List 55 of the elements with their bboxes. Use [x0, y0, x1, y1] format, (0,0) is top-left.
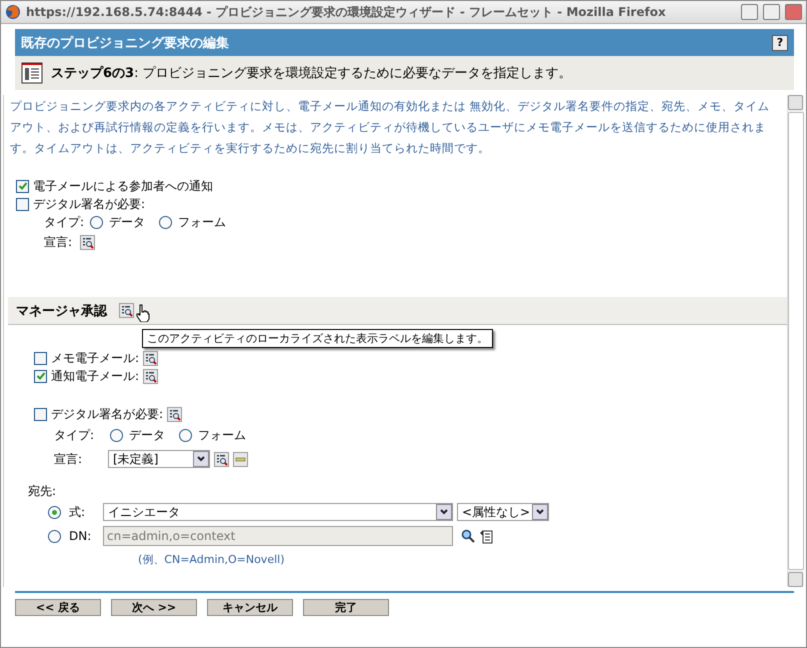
- page-title: 既存のプロビジョニング要求の編集: [21, 34, 229, 52]
- window-title: https://192.168.5.74:8444 - プロビジョニング要求の環境設定ウィザード - フレームセット - Mozilla Firefox: [26, 4, 667, 20]
- declaration-select[interactable]: [未定義]: [108, 450, 210, 468]
- list-magnifier-icon[interactable]: [143, 350, 158, 366]
- expression-select[interactable]: イニシエータ: [103, 503, 453, 521]
- list-magnifier-icon[interactable]: [167, 406, 182, 422]
- list-magnifier-icon[interactable]: [214, 452, 230, 466]
- option-label: デジタル署名が必要:: [51, 406, 164, 422]
- step-text: ステップ6の3: プロビジョニング要求を環境設定するために必要なデータを指定します。: [51, 64, 572, 82]
- checkbox[interactable]: [34, 370, 47, 382]
- maximize-button[interactable]: [763, 4, 780, 20]
- option-label: デジタル署名が必要:: [33, 196, 146, 212]
- list-magnifier-icon[interactable]: [80, 234, 96, 250]
- section-title: マネージャ承認: [16, 302, 107, 320]
- dn-label: DN:: [69, 529, 92, 543]
- wizard-button[interactable]: 次へ >>: [111, 599, 197, 616]
- radio-button[interactable]: [48, 530, 61, 542]
- radio-label: データ: [129, 426, 166, 444]
- example-text: (例、CN=Admin,O=Novell): [138, 552, 286, 567]
- recipient-label: 宛先:: [28, 483, 58, 500]
- radio-label: データ: [109, 214, 146, 230]
- option-label: メモ電子メール:: [51, 350, 140, 366]
- wizard-step-icon: [21, 62, 43, 84]
- option-label: 電子メールによる参加者への通知: [33, 178, 213, 194]
- help-button[interactable]: ?: [772, 34, 788, 50]
- checkbox[interactable]: [16, 180, 29, 192]
- wizard-button[interactable]: 完了: [303, 599, 389, 616]
- document-icon[interactable]: [479, 528, 493, 544]
- checkbox[interactable]: [34, 352, 47, 364]
- radio-label: フォーム: [198, 426, 246, 444]
- search-icon[interactable]: [461, 529, 475, 543]
- radio-button[interactable]: [110, 428, 124, 442]
- tooltip: このアクティビティのローカライズされた表示ラベルを編集します。: [142, 329, 493, 348]
- browser-logo-icon: [5, 4, 21, 20]
- type-label: タイプ:: [44, 214, 84, 230]
- declaration-label: 宣言:: [44, 234, 72, 250]
- radio-label: フォーム: [178, 214, 226, 230]
- radio-button[interactable]: [159, 216, 172, 228]
- option-label: 通知電子メール:: [51, 368, 140, 384]
- description-text: プロビジョニング要求内の各アクティビティに対し、電子メール通知の有効化または 無効化、デジタル署名要件の指定、宛先、メモ、タイムアウト、および再試行情報の定義を行います。メモは、アクティビティが待機しているユーザにメモ電子メールを送信するために使用されます。タイムアウトは、アクティビティを実行するために宛先に割り当てられた時間です。: [10, 98, 771, 157]
- checkbox[interactable]: [34, 408, 47, 420]
- hand-cursor-icon: [136, 304, 150, 322]
- minimize-button[interactable]: [741, 4, 758, 20]
- radio-button[interactable]: [90, 216, 104, 228]
- type-label: タイプ:: [54, 426, 94, 444]
- checkbox[interactable]: [16, 198, 29, 210]
- expression-label: 式:: [69, 504, 86, 520]
- radio-button[interactable]: [48, 506, 61, 518]
- list-magnifier-icon[interactable]: [119, 303, 134, 318]
- attribute-select[interactable]: <属性なし>: [457, 503, 549, 521]
- list-magnifier-icon[interactable]: [143, 368, 158, 384]
- wizard-button[interactable]: << 戻る: [15, 599, 101, 616]
- declaration-label: 宣言:: [54, 450, 82, 468]
- wizard-button[interactable]: キャンセル: [207, 599, 293, 616]
- radio-button[interactable]: [179, 428, 192, 442]
